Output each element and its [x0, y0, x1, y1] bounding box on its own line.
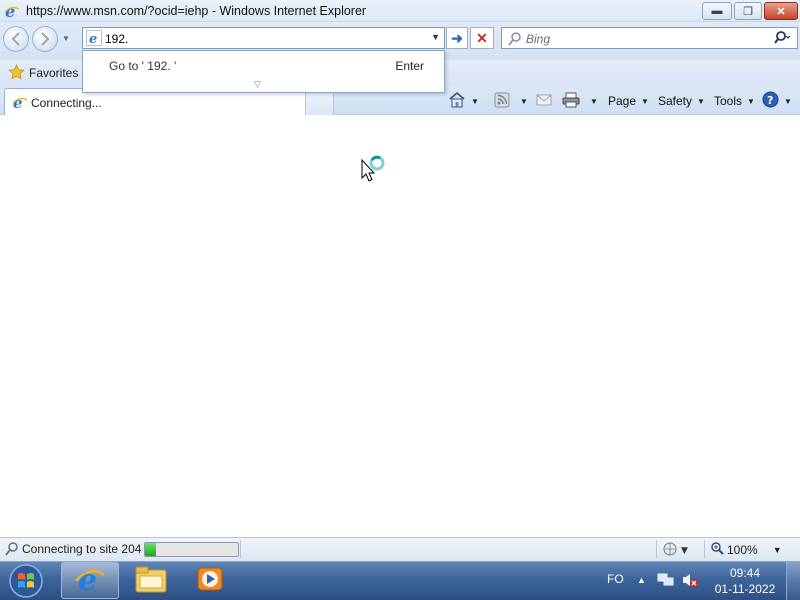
- ie-icon: e: [4, 2, 20, 21]
- zoom-dropdown-icon[interactable]: ▼: [773, 545, 782, 555]
- taskbar-explorer[interactable]: [122, 562, 180, 599]
- clock-time: 09:44: [729, 566, 761, 580]
- home-icon: [448, 91, 466, 111]
- read-mail-button[interactable]: [536, 92, 552, 110]
- star-icon: [8, 63, 25, 83]
- chevron-down-icon: ▼: [747, 96, 755, 106]
- search-input[interactable]: Bing: [526, 32, 550, 46]
- address-input[interactable]: 192.: [105, 32, 128, 46]
- help-icon: ?: [762, 91, 779, 111]
- taskbar-media-player[interactable]: [181, 562, 239, 599]
- back-icon: [11, 32, 20, 46]
- svg-text:?: ?: [767, 94, 773, 107]
- maximize-button[interactable]: ❐: [734, 2, 762, 20]
- taskbar-clock[interactable]: 09:44 01-11-2022: [712, 565, 778, 597]
- recent-pages-dropdown[interactable]: ▼: [62, 34, 70, 43]
- help-dropdown-icon[interactable]: ▼: [784, 97, 792, 106]
- home-dropdown-icon[interactable]: ▼: [471, 97, 479, 106]
- forward-icon: [41, 32, 50, 46]
- mail-icon: [536, 93, 552, 110]
- print-icon: [562, 92, 580, 111]
- go-to-suggestion[interactable]: Go to ' 192. ': [109, 59, 176, 73]
- address-dropdown-icon[interactable]: ▼: [431, 32, 440, 42]
- ie-tab-icon: e: [12, 94, 28, 113]
- svg-text:▼: ▼: [681, 546, 688, 556]
- search-provider-icon: [507, 31, 523, 50]
- restore-icon: ❐: [743, 5, 753, 18]
- go-button[interactable]: ➜: [446, 27, 468, 49]
- clock-date: 01-11-2022: [714, 582, 776, 596]
- tools-menu-label: Tools: [714, 94, 743, 108]
- windows-orb-icon[interactable]: [6, 563, 46, 599]
- ie-icon: e: [74, 563, 106, 598]
- folder-icon: [134, 564, 168, 597]
- chevron-down-icon: ▼: [697, 96, 705, 106]
- feeds-dropdown-icon[interactable]: ▼: [520, 97, 528, 106]
- close-button[interactable]: ✕: [764, 2, 798, 20]
- help-button[interactable]: ? ▼: [762, 91, 792, 111]
- forward-button[interactable]: [32, 26, 58, 52]
- page-menu-label: Page: [608, 94, 637, 108]
- print-button[interactable]: ▼: [562, 92, 598, 110]
- feeds-button[interactable]: ▼: [494, 92, 528, 110]
- progress-fill: [145, 543, 157, 556]
- search-box[interactable]: Bing: [501, 27, 798, 49]
- minimize-button[interactable]: ▬: [702, 2, 732, 20]
- status-search-icon: [4, 541, 20, 560]
- safety-menu-label: Safety: [658, 94, 693, 108]
- minimize-icon: ▬: [711, 5, 723, 17]
- tab-title: Connecting...: [31, 96, 102, 110]
- home-button[interactable]: ▼: [448, 91, 479, 111]
- favorites-button[interactable]: Favorites: [8, 63, 79, 83]
- favorites-label: Favorites: [29, 66, 79, 80]
- safety-menu[interactable]: Safety ▼: [658, 92, 705, 110]
- chevron-down-icon: ▼: [641, 96, 649, 106]
- volume-muted-icon[interactable]: [681, 572, 699, 591]
- new-tab-button[interactable]: [305, 92, 334, 115]
- stop-icon: ✕: [476, 29, 488, 46]
- status-divider: [704, 540, 705, 558]
- status-divider: [656, 540, 657, 558]
- expand-suggestions-icon[interactable]: ▽: [254, 79, 261, 90]
- svg-text:e: e: [89, 32, 97, 46]
- stop-button[interactable]: ✕: [470, 27, 494, 49]
- zoom-icon: [710, 541, 724, 558]
- media-player-icon: [195, 565, 225, 596]
- ie-page-icon: e: [86, 30, 102, 49]
- svg-text:e: e: [78, 563, 97, 595]
- tools-menu[interactable]: Tools ▼: [714, 92, 755, 110]
- status-divider: [240, 540, 241, 558]
- taskbar: [0, 561, 800, 600]
- language-indicator[interactable]: FO: [607, 572, 624, 586]
- enter-key-hint: Enter: [395, 59, 424, 73]
- page-menu[interactable]: Page ▼: [608, 92, 649, 110]
- search-icon[interactable]: [773, 30, 791, 49]
- show-desktop-button[interactable]: [786, 562, 800, 600]
- show-hidden-icons[interactable]: ▲: [637, 575, 646, 585]
- network-icon[interactable]: [657, 572, 675, 591]
- window-title: https://www.msn.com/?ocid=iehp - Windows…: [26, 4, 367, 18]
- go-icon: ➜: [451, 29, 463, 46]
- zoom-control[interactable]: 100% ▼: [710, 541, 782, 558]
- back-button[interactable]: [3, 26, 29, 52]
- taskbar-internet-explorer[interactable]: e: [61, 562, 119, 599]
- zoom-level: 100%: [727, 542, 758, 557]
- page-content[interactable]: [0, 115, 800, 537]
- address-bar[interactable]: e 192. ▼: [82, 27, 445, 49]
- address-suggestion-dropdown: Go to ' 192. ' Enter ▽: [82, 50, 445, 93]
- protected-mode-icon[interactable]: ▼: [662, 541, 690, 560]
- feed-icon: [494, 92, 510, 111]
- close-icon: ✕: [776, 5, 786, 18]
- print-dropdown-icon[interactable]: ▼: [590, 97, 598, 106]
- loading-progress-bar: [144, 542, 239, 557]
- busy-cursor-icon: [360, 152, 388, 185]
- status-text: Connecting to site 204: [22, 542, 142, 556]
